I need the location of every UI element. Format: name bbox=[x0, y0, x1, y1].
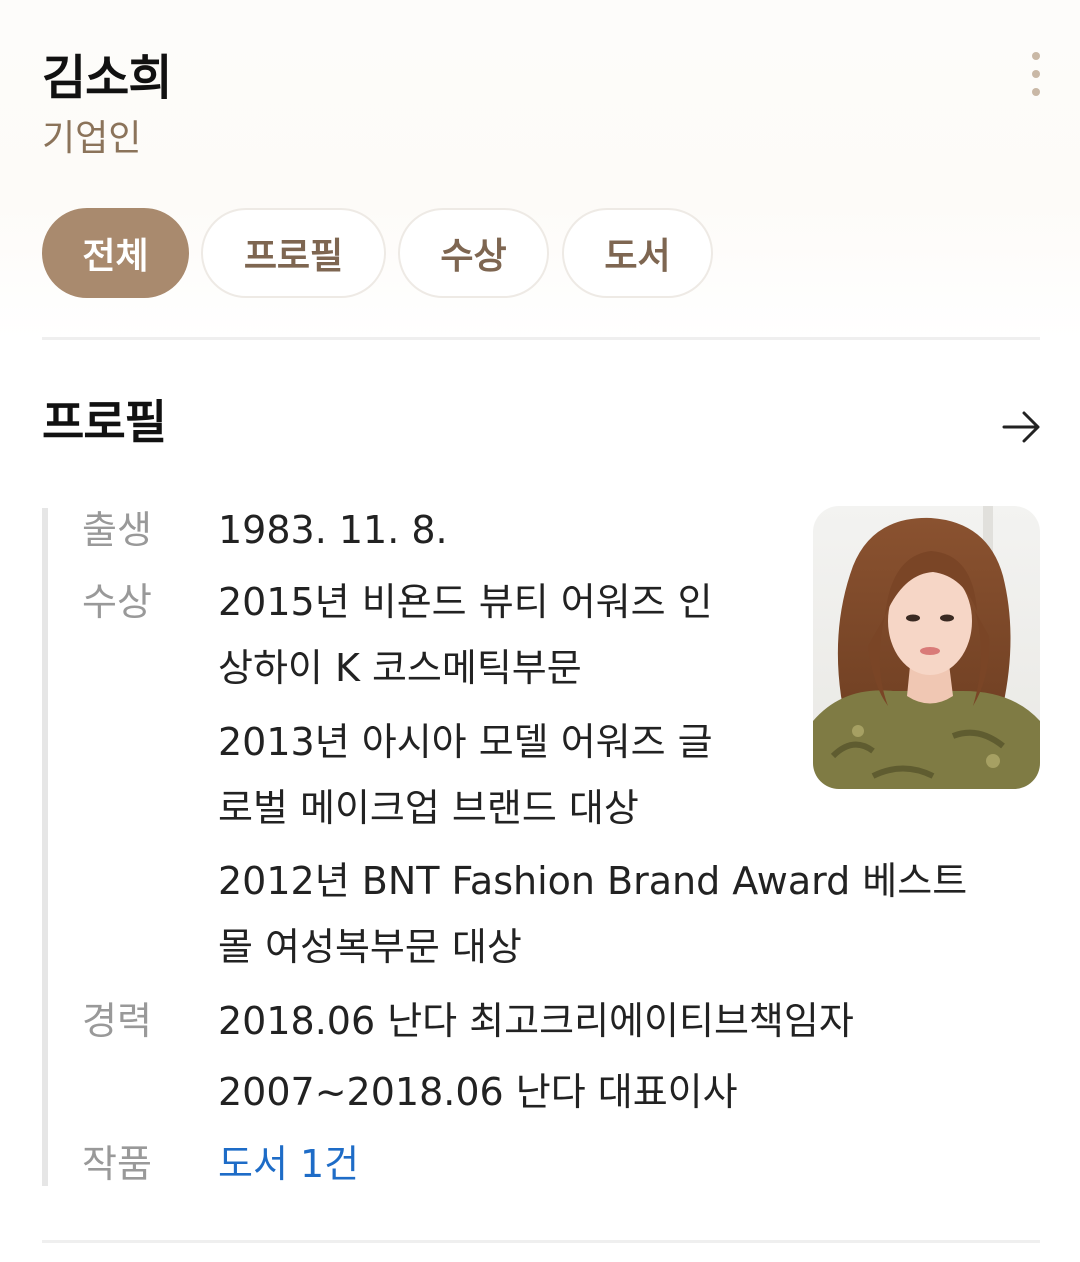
award-line: 2015년 비욘드 뷰티 어워즈 인 bbox=[218, 580, 713, 624]
award-line: 2013년 아시아 모델 어워즈 글 bbox=[218, 720, 713, 764]
tab-all[interactable]: 전체 bbox=[42, 208, 189, 298]
profile-photo[interactable] bbox=[813, 506, 1040, 789]
person-occupation: 기업인 bbox=[42, 118, 142, 159]
arrow-right-icon[interactable] bbox=[1000, 405, 1044, 449]
label-works: 작품 bbox=[82, 1142, 152, 1186]
divider bbox=[42, 337, 1040, 340]
section-title-profile: 프로필 bbox=[42, 395, 167, 449]
career-line: 2007~2018.06 난다 대표이사 bbox=[218, 1070, 738, 1114]
divider bbox=[42, 1240, 1040, 1243]
award-line: 상하이 K 코스메틱부문 bbox=[218, 646, 582, 690]
label-career: 경력 bbox=[82, 999, 152, 1043]
tab-profile[interactable]: 프로필 bbox=[201, 208, 386, 298]
label-birth: 출생 bbox=[82, 508, 152, 552]
works-books-link[interactable]: 도서 1건 bbox=[218, 1138, 359, 1190]
label-awards: 수상 bbox=[82, 580, 152, 624]
profile-left-bar bbox=[42, 508, 48, 1186]
career-line: 2018.06 난다 최고크리에이티브책임자 bbox=[218, 999, 854, 1043]
tab-books[interactable]: 도서 bbox=[562, 208, 713, 298]
award-line: 몰 여성복부문 대상 bbox=[218, 925, 522, 969]
award-line: 2012년 BNT Fashion Brand Award 베스트 bbox=[218, 859, 968, 903]
award-line: 로벌 메이크업 브랜드 대상 bbox=[218, 786, 639, 830]
person-name: 김소희 bbox=[42, 50, 172, 106]
tab-awards[interactable]: 수상 bbox=[398, 208, 549, 298]
value-birth: 1983. 11. 8. bbox=[218, 508, 448, 552]
more-options-icon[interactable] bbox=[1020, 52, 1052, 96]
